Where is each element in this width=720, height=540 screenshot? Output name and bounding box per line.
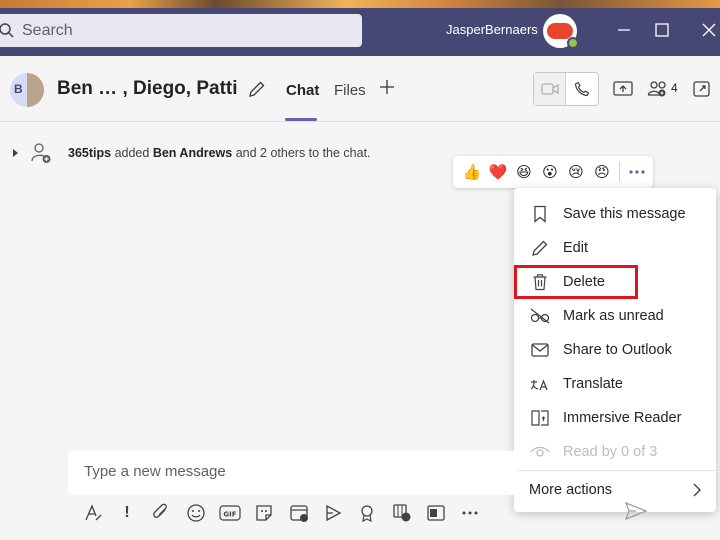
delete-highlight-box <box>514 265 638 299</box>
profile-cloud-icon <box>547 23 573 39</box>
participant-count[interactable]: 4 <box>671 81 678 95</box>
schedule-meeting-icon[interactable] <box>286 500 312 526</box>
sticker-icon[interactable] <box>251 500 277 526</box>
praise-icon[interactable] <box>354 500 380 526</box>
more-options-button[interactable] <box>624 159 650 185</box>
minimize-button[interactable] <box>612 18 636 42</box>
format-icon[interactable] <box>80 500 106 526</box>
profile-avatar[interactable] <box>543 14 579 49</box>
share-screen-icon[interactable] <box>612 80 634 98</box>
message-context-menu: Save this message Edit Delete Mark as un… <box>514 188 716 512</box>
search-icon <box>0 22 14 38</box>
people-icon[interactable] <box>647 80 669 98</box>
more-apps-icon[interactable] <box>457 500 483 526</box>
user-name: JasperBernaers <box>446 22 538 37</box>
menu-item-label: Translate <box>563 376 623 392</box>
surprised-reaction[interactable]: 😮 <box>537 159 563 185</box>
translate-icon <box>530 374 550 394</box>
immersive-reader-icon <box>530 408 550 428</box>
attach-icon[interactable] <box>148 500 174 526</box>
menu-item-more-actions[interactable]: More actions <box>514 475 716 505</box>
heart-reaction[interactable]: ❤️ <box>485 159 511 185</box>
app-icon-1[interactable] <box>389 500 415 526</box>
more-horizontal-icon <box>629 170 645 174</box>
like-reaction[interactable]: 👍 <box>459 159 485 185</box>
expand-caret-icon[interactable] <box>12 148 20 158</box>
menu-item-read-by: Read by 0 of 3 <box>514 435 716 469</box>
gif-icon[interactable]: GIF <box>217 500 243 526</box>
avatar-photo-half <box>27 73 44 107</box>
tab-chat[interactable]: Chat <box>286 82 319 99</box>
header-photo-strip <box>0 0 720 8</box>
system-message-target[interactable]: Ben Andrews <box>153 146 232 160</box>
mail-icon <box>530 340 550 360</box>
menu-item-label: More actions <box>529 482 613 498</box>
emoji-icon[interactable] <box>183 500 209 526</box>
system-message-text: 365tips added Ben Andrews and 2 others t… <box>68 146 371 160</box>
app-icon-2[interactable] <box>423 500 449 526</box>
sad-reaction[interactable]: 😢 <box>563 159 589 185</box>
system-message-verb: added <box>111 146 153 160</box>
system-message-actor[interactable]: 365tips <box>68 146 111 160</box>
maximize-icon <box>655 23 669 37</box>
search-input[interactable] <box>22 21 322 40</box>
group-avatar[interactable]: B <box>10 73 44 107</box>
laugh-reaction[interactable]: 😆 <box>511 159 537 185</box>
chat-header: B Ben … , Diego, Patti Chat Files 4 <box>0 56 720 122</box>
menu-item-label: Share to Outlook <box>563 342 672 358</box>
menu-item-immersive-reader[interactable]: Immersive Reader <box>514 401 716 435</box>
video-camera-icon <box>540 83 559 95</box>
pencil-icon <box>530 238 550 258</box>
angry-reaction[interactable]: 😠 <box>589 159 615 185</box>
stream-icon[interactable] <box>320 500 346 526</box>
svg-text:GIF: GIF <box>223 511 236 519</box>
close-icon <box>702 23 716 37</box>
search-box[interactable] <box>0 14 362 47</box>
menu-item-label: Read by 0 of 3 <box>563 444 658 460</box>
tab-files[interactable]: Files <box>334 82 366 99</box>
menu-item-label: Mark as unread <box>563 308 664 324</box>
menu-divider <box>514 470 716 471</box>
edit-chat-name-icon[interactable] <box>247 79 267 99</box>
audio-call-button[interactable] <box>566 73 598 105</box>
chevron-right-icon <box>693 483 701 497</box>
reaction-divider <box>619 162 620 182</box>
compose-box[interactable] <box>68 451 518 495</box>
system-message-rest: and 2 others to the chat. <box>232 146 371 160</box>
bookmark-icon <box>530 204 550 224</box>
add-tab-icon[interactable] <box>378 78 396 96</box>
avatar-initial: B <box>14 82 23 96</box>
pop-out-icon[interactable] <box>692 80 712 98</box>
menu-item-label: Immersive Reader <box>563 410 682 426</box>
add-member-icon <box>31 143 51 163</box>
title-bar: JasperBernaers <box>0 0 720 56</box>
presence-available-icon <box>567 37 579 49</box>
send-icon[interactable] <box>624 500 648 522</box>
phone-icon <box>574 81 590 97</box>
close-button[interactable] <box>697 18 720 42</box>
video-call-button[interactable] <box>534 73 567 105</box>
system-message: 365tips added Ben Andrews and 2 others t… <box>0 142 450 166</box>
eye-icon <box>530 442 550 462</box>
chat-title[interactable]: Ben … , Diego, Patti <box>57 78 238 100</box>
eye-off-icon <box>530 306 550 326</box>
menu-item-save[interactable]: Save this message <box>514 197 716 231</box>
message-input[interactable] <box>84 463 484 480</box>
menu-item-share-outlook[interactable]: Share to Outlook <box>514 333 716 367</box>
menu-item-mark-unread[interactable]: Mark as unread <box>514 299 716 333</box>
reaction-bar: 👍 ❤️ 😆 😮 😢 😠 <box>453 156 653 188</box>
important-icon[interactable]: ! <box>114 500 140 526</box>
active-tab-indicator <box>285 118 317 121</box>
menu-item-translate[interactable]: Translate <box>514 367 716 401</box>
menu-item-label: Edit <box>563 240 588 256</box>
minimize-icon <box>618 29 630 31</box>
maximize-button[interactable] <box>650 18 674 42</box>
menu-item-edit[interactable]: Edit <box>514 231 716 265</box>
call-buttons <box>533 72 599 106</box>
menu-item-label: Save this message <box>563 206 686 222</box>
